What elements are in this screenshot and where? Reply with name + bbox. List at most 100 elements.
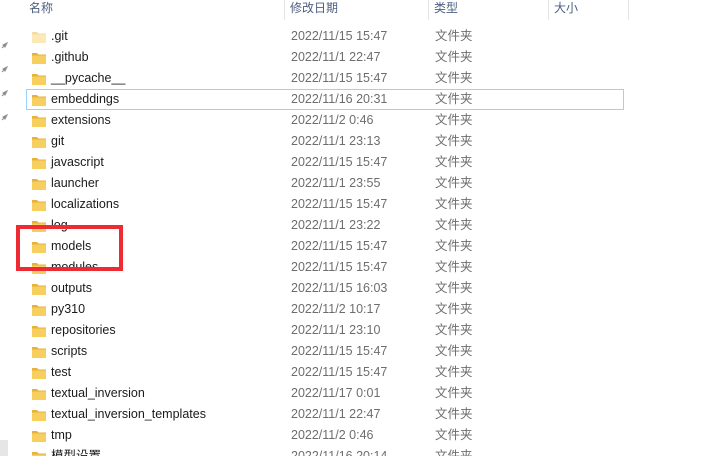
file-type: 文件夹 [435, 407, 473, 421]
file-type: 文件夹 [435, 113, 473, 127]
file-row[interactable]: .github 2022/11/1 22:47 文件夹 [26, 47, 624, 68]
file-type: 文件夹 [435, 344, 473, 358]
file-row[interactable]: git 2022/11/1 23:13 文件夹 [26, 131, 624, 152]
column-header-size[interactable]: 大小 [549, 0, 628, 20]
file-name: textual_inversion [51, 386, 145, 400]
file-explorer-pane: 名称 修改日期 类型 大小 .git 2022/11/15 15:47 文件夹 .gi… [0, 0, 719, 456]
folder-icon [31, 240, 47, 254]
file-name: javascript [51, 155, 104, 169]
folder-icon [31, 114, 47, 128]
file-row[interactable]: modules 2022/11/15 15:47 文件夹 [26, 257, 624, 278]
file-row[interactable]: launcher 2022/11/1 23:55 文件夹 [26, 173, 624, 194]
file-type: 文件夹 [435, 134, 473, 148]
file-type: 文件夹 [435, 449, 473, 456]
file-type: 文件夹 [435, 50, 473, 64]
file-row[interactable]: log 2022/11/1 23:22 文件夹 [26, 215, 624, 236]
file-modified-date: 2022/11/1 22:47 [291, 407, 381, 421]
file-row[interactable]: .git 2022/11/15 15:47 文件夹 [26, 26, 624, 47]
file-type: 文件夹 [435, 323, 473, 337]
file-row[interactable]: localizations 2022/11/15 15:47 文件夹 [26, 194, 624, 215]
file-modified-date: 2022/11/15 15:47 [291, 197, 388, 211]
column-header-row: 名称 修改日期 类型 大小 [0, 0, 719, 20]
file-type: 文件夹 [435, 218, 473, 232]
file-name: __pycache__ [51, 71, 126, 85]
folder-icon [31, 156, 47, 170]
file-row[interactable]: textual_inversion 2022/11/17 0:01 文件夹 [26, 383, 624, 404]
file-name: test [51, 365, 72, 379]
file-modified-date: 2022/11/1 23:22 [291, 218, 381, 232]
file-row[interactable]: embeddings 2022/11/16 20:31 文件夹 [26, 89, 624, 110]
folder-icon [31, 72, 47, 86]
file-name: localizations [51, 197, 120, 211]
file-name: textual_inversion_templates [51, 407, 206, 421]
folder-icon [31, 303, 47, 317]
file-name: .github [51, 50, 89, 64]
file-name: py310 [51, 302, 86, 316]
file-name: 模型设置 [51, 449, 102, 456]
file-name: repositories [51, 323, 116, 337]
file-row[interactable]: repositories 2022/11/1 23:10 文件夹 [26, 320, 624, 341]
file-row[interactable]: javascript 2022/11/15 15:47 文件夹 [26, 152, 624, 173]
file-type: 文件夹 [435, 428, 473, 442]
file-type: 文件夹 [435, 386, 473, 400]
file-modified-date: 2022/11/2 0:46 [291, 113, 374, 127]
file-name: log [51, 218, 68, 232]
file-name: launcher [51, 176, 99, 190]
file-type: 文件夹 [435, 365, 473, 379]
file-name: scripts [51, 344, 88, 358]
file-modified-date: 2022/11/15 15:47 [291, 344, 388, 358]
file-type: 文件夹 [435, 176, 473, 190]
folder-icon [31, 135, 47, 149]
folder-icon [31, 324, 47, 338]
file-modified-date: 2022/11/1 22:47 [291, 50, 381, 64]
file-type: 文件夹 [435, 29, 473, 43]
file-row[interactable]: __pycache__ 2022/11/15 15:47 文件夹 [26, 68, 624, 89]
file-row[interactable]: models 2022/11/15 15:47 文件夹 [26, 236, 624, 257]
pin-icon[interactable] [1, 66, 8, 73]
file-name: models [51, 239, 92, 253]
pin-icon[interactable] [1, 114, 8, 121]
file-modified-date: 2022/11/17 0:01 [291, 386, 381, 400]
folder-icon [31, 51, 47, 65]
file-row[interactable]: scripts 2022/11/15 15:47 文件夹 [26, 341, 624, 362]
pin-icon[interactable] [1, 42, 8, 49]
file-modified-date: 2022/11/1 23:13 [291, 134, 381, 148]
file-modified-date: 2022/11/2 10:17 [291, 302, 381, 316]
file-row[interactable]: test 2022/11/15 15:47 文件夹 [26, 362, 624, 383]
file-row[interactable]: 模型设置 2022/11/16 20:14 文件夹 [26, 446, 624, 456]
file-type: 文件夹 [435, 92, 473, 106]
pin-icon[interactable] [1, 90, 8, 97]
file-modified-date: 2022/11/1 23:55 [291, 176, 381, 190]
file-modified-date: 2022/11/15 15:47 [291, 239, 388, 253]
file-row[interactable]: py310 2022/11/2 10:17 文件夹 [26, 299, 624, 320]
file-modified-date: 2022/11/15 15:47 [291, 260, 388, 274]
file-type: 文件夹 [435, 302, 473, 316]
folder-icon [31, 198, 47, 212]
navigation-pane-edge [0, 0, 10, 456]
file-name: .git [51, 29, 68, 43]
folder-icon [31, 345, 47, 359]
file-modified-date: 2022/11/1 23:10 [291, 323, 381, 337]
file-name: git [51, 134, 65, 148]
folder-icon [31, 408, 47, 422]
column-header-type[interactable]: 类型 [429, 0, 548, 20]
folder-icon [31, 387, 47, 401]
file-name: tmp [51, 428, 72, 442]
folder-icon [31, 282, 47, 296]
file-row[interactable]: extensions 2022/11/2 0:46 文件夹 [26, 110, 624, 131]
file-type: 文件夹 [435, 155, 473, 169]
file-row[interactable]: outputs 2022/11/15 16:03 文件夹 [26, 278, 624, 299]
file-type: 文件夹 [435, 197, 473, 211]
column-header-date[interactable]: 修改日期 [285, 0, 428, 20]
file-name: embeddings [51, 92, 120, 106]
file-name: modules [51, 260, 99, 274]
file-modified-date: 2022/11/16 20:14 [291, 449, 388, 456]
file-modified-date: 2022/11/16 20:31 [291, 92, 388, 106]
file-type: 文件夹 [435, 71, 473, 85]
column-divider[interactable] [628, 0, 629, 20]
file-row[interactable]: textual_inversion_templates 2022/11/1 22:… [26, 404, 624, 425]
column-header-name[interactable]: 名称 [24, 0, 284, 20]
file-row[interactable]: tmp 2022/11/2 0:46 文件夹 [26, 425, 624, 446]
nav-scrollbar[interactable] [0, 440, 8, 456]
folder-icon [31, 30, 47, 44]
